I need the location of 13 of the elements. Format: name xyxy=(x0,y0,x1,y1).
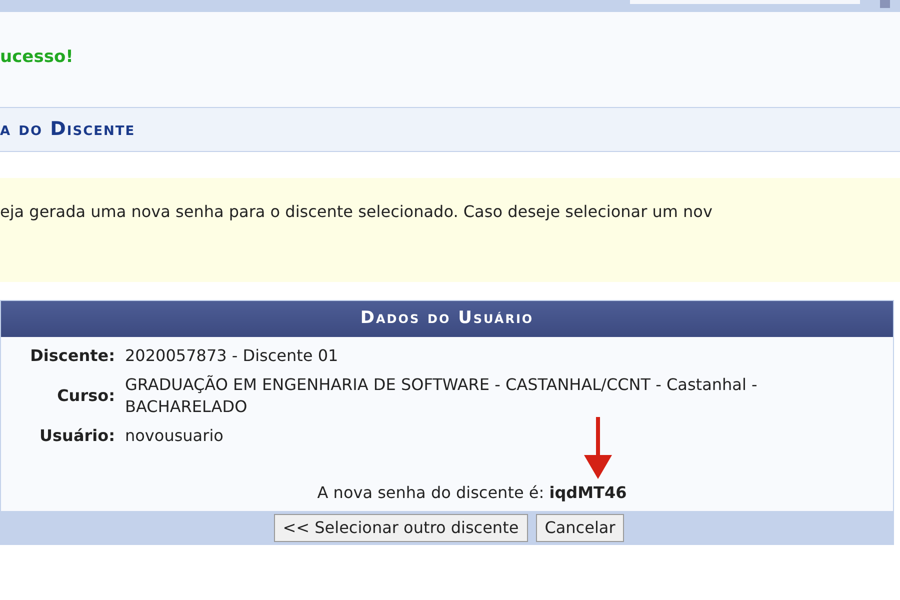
field-label: Usuário: xyxy=(38,425,116,447)
password-text: A nova senha do discente é: iqdMT46 xyxy=(317,482,627,504)
success-message: ucesso! xyxy=(0,46,74,70)
field-label: Curso: xyxy=(56,385,116,407)
field-value: novousuario xyxy=(125,425,224,447)
select-other-button[interactable]: << Selecionar outro discente xyxy=(274,514,528,542)
field-label: Discente: xyxy=(29,345,116,367)
notice-text: eja gerada uma nova senha para o discente selecionado. Caso deseje selecionar um nov xyxy=(0,202,712,221)
field-value: GRADUAÇÃO EM ENGENHARIA DE SOFTWARE - CASTANHAL/CCNT - Castanhal - BACHARELADO xyxy=(125,374,758,418)
field-value: 2020057873 - Discente 01 xyxy=(125,345,340,367)
section-title: a do Discente xyxy=(0,117,136,142)
cancel-button[interactable]: Cancelar xyxy=(536,514,624,542)
table-title: Dados do Usuário xyxy=(360,307,534,330)
